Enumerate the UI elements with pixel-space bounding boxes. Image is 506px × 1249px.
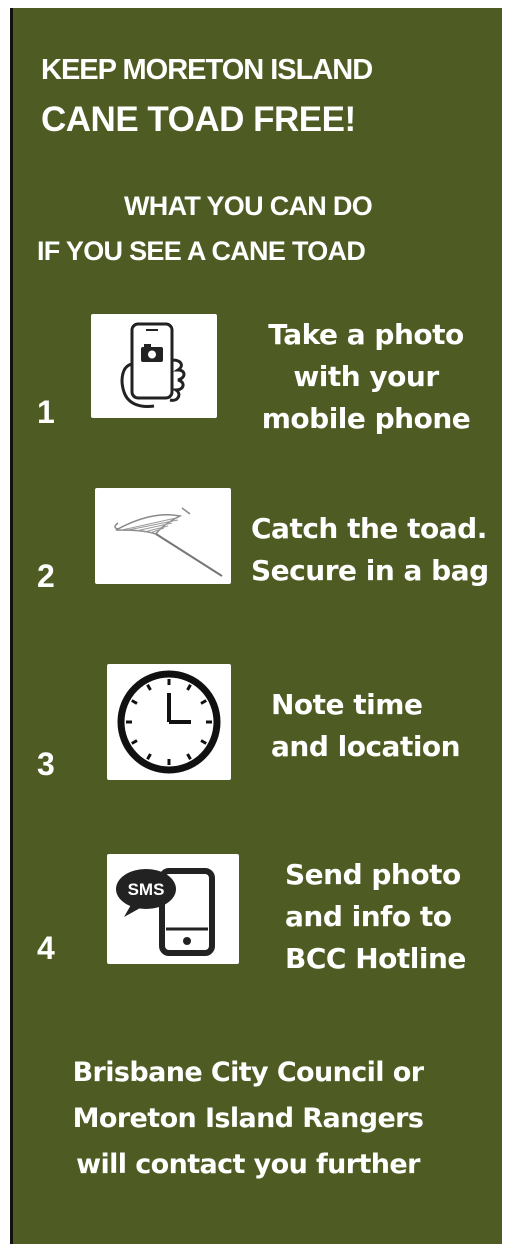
subheading-line-2: IF YOU SEE A CANE TOAD bbox=[37, 236, 366, 266]
step-2-line-2: Secure in a bag bbox=[251, 554, 489, 587]
step-2-number: 2 bbox=[37, 558, 55, 594]
step-2-text: Catch the toad. Secure in a bag bbox=[251, 508, 502, 592]
step-4-text: Send photo and info to BCC Hotline bbox=[285, 854, 502, 980]
catch-net-icon bbox=[95, 488, 231, 584]
sms-phone-icon-graphic: SMS bbox=[116, 868, 215, 956]
footer-line-2: Moreton Island Rangers bbox=[72, 1103, 424, 1134]
step-3-text: Note time and location bbox=[271, 684, 501, 768]
step-4-line-3: BCC Hotline bbox=[285, 942, 466, 975]
step-1-text: Take a photo with your mobile phone bbox=[241, 314, 491, 440]
step-1-line-2: with your bbox=[293, 360, 439, 393]
heading-line-1: KEEP MORETON ISLAND bbox=[41, 54, 373, 86]
step-1-number: 1 bbox=[37, 394, 55, 430]
step-1-line-1: Take a photo bbox=[268, 318, 464, 351]
step-3-line-1: Note time bbox=[271, 688, 423, 721]
footer-line-1: Brisbane City Council or bbox=[72, 1057, 424, 1088]
cane-toad-poster: KEEP MORETON ISLAND CANE TOAD FREE! WHAT… bbox=[0, 0, 506, 1249]
catch-net-icon-graphic bbox=[114, 507, 223, 577]
subheading-line-1: WHAT YOU CAN DO bbox=[124, 191, 373, 221]
step-3-line-2: and location bbox=[271, 730, 461, 763]
footer-line-3: will contact you further bbox=[76, 1149, 420, 1180]
clock-icon-graphic bbox=[117, 670, 221, 774]
phone-camera-icon-graphic bbox=[120, 322, 186, 408]
sms-phone-icon: SMS bbox=[107, 854, 239, 964]
step-4-line-2: and info to bbox=[285, 900, 452, 933]
step-1-line-3: mobile phone bbox=[261, 402, 471, 435]
green-info-panel: KEEP MORETON ISLAND CANE TOAD FREE! WHAT… bbox=[10, 8, 502, 1244]
step-2-line-1: Catch the toad. bbox=[251, 512, 487, 545]
step-4-number: 4 bbox=[37, 930, 55, 966]
heading-line-2: CANE TOAD FREE! bbox=[41, 100, 356, 139]
footer-message: Brisbane City Council or Moreton Island … bbox=[13, 1050, 483, 1188]
phone-camera-icon bbox=[91, 314, 217, 418]
clock-icon bbox=[107, 664, 231, 780]
step-4-line-1: Send photo bbox=[285, 858, 461, 891]
step-3-number: 3 bbox=[37, 746, 55, 782]
sms-label: SMS bbox=[128, 880, 165, 899]
